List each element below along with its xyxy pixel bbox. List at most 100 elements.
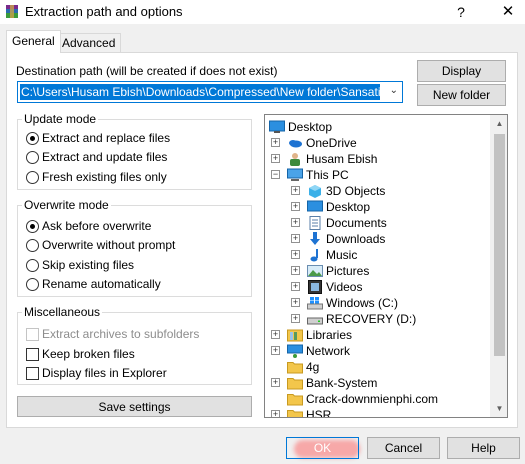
tree-item[interactable]: Libraries [287, 327, 352, 343]
tree-item[interactable]: Pictures [307, 263, 369, 279]
tree-item-label: OneDrive [306, 136, 357, 150]
folder-tree[interactable]: ▲ ▼ Desktop + OneDrive + Husam Ebish − This PC… [264, 114, 508, 418]
radio-skip-existing[interactable]: Skip existing files [26, 258, 134, 272]
tree-item[interactable]: HSR [287, 407, 331, 417]
radio-button[interactable] [26, 238, 39, 252]
documents-icon [307, 216, 323, 230]
expand-icon[interactable]: + [271, 138, 280, 147]
tree-item[interactable]: 3D Objects [307, 183, 385, 199]
tree-item[interactable]: Desktop [307, 199, 370, 215]
tree-item[interactable]: Documents [307, 215, 387, 231]
help-title-button[interactable]: ? [449, 1, 473, 23]
radio-label: Ask before overwrite [42, 219, 152, 233]
expand-icon[interactable]: + [291, 298, 300, 307]
window-title: Extraction path and options [25, 4, 183, 19]
collapse-icon[interactable]: − [271, 170, 280, 179]
user-icon [287, 152, 303, 166]
tree-item[interactable]: Husam Ebish [287, 151, 377, 167]
tree-item[interactable]: Downloads [307, 231, 385, 247]
checkbox[interactable] [26, 327, 39, 341]
radio-button[interactable] [26, 219, 39, 233]
scroll-down-icon[interactable]: ▼ [491, 400, 507, 417]
display-button[interactable]: Display [417, 60, 506, 82]
tab-general[interactable]: General [6, 30, 61, 53]
radio-label: Extract and update files [42, 150, 168, 164]
expand-icon[interactable]: + [291, 218, 300, 227]
radio-label: Fresh existing files only [42, 170, 167, 184]
tree-item-label: 4g [306, 360, 320, 374]
destination-path-value[interactable]: C:\Users\Husam Ebish\Downloads\Compresse… [20, 84, 380, 100]
tree-item[interactable]: RECOVERY (D:) [307, 311, 416, 327]
expand-icon[interactable]: + [291, 282, 300, 291]
tree-item[interactable]: OneDrive [287, 135, 357, 151]
radio-button[interactable] [26, 277, 39, 291]
radio-fresh-existing[interactable]: Fresh existing files only [26, 170, 167, 184]
chevron-down-icon[interactable]: ⌄ [390, 85, 398, 96]
new-folder-button[interactable]: New folder [417, 84, 506, 106]
miscellaneous-title: Miscellaneous [22, 305, 103, 319]
destination-path-combobox[interactable]: C:\Users\Husam Ebish\Downloads\Compresse… [17, 81, 403, 103]
tree-item[interactable]: Crack-downmienphi.com [287, 391, 438, 407]
folder-icon [287, 360, 303, 374]
expand-icon[interactable]: + [271, 410, 280, 417]
tree-item[interactable]: Desktop [269, 119, 332, 135]
expand-icon[interactable]: + [271, 378, 280, 387]
ok-button[interactable]: OK [286, 437, 359, 459]
expand-icon[interactable]: + [291, 250, 300, 259]
checkbox-extract-subfolders[interactable]: Extract archives to subfolders [26, 327, 199, 341]
tree-item[interactable]: This PC [287, 167, 349, 183]
checkbox-keep-broken-files[interactable]: Keep broken files [26, 347, 135, 361]
cancel-button[interactable]: Cancel [367, 437, 440, 459]
scroll-up-icon[interactable]: ▲ [491, 115, 507, 132]
expand-icon[interactable]: + [291, 314, 300, 323]
save-settings-button[interactable]: Save settings [17, 396, 252, 417]
checkbox[interactable] [26, 347, 39, 361]
tree-item-label: Libraries [306, 328, 353, 342]
tree-item[interactable]: Videos [307, 279, 362, 295]
expand-icon[interactable]: + [271, 330, 280, 339]
expand-icon[interactable]: + [291, 234, 300, 243]
radio-extract-replace[interactable]: Extract and replace files [26, 131, 170, 145]
radio-extract-update[interactable]: Extract and update files [26, 150, 167, 164]
close-button[interactable]: ✕ [496, 1, 520, 23]
tab-advanced[interactable]: Advanced [56, 33, 122, 52]
computer-icon [287, 168, 303, 182]
tree-item[interactable]: Windows (C:) [307, 295, 398, 311]
music-icon [307, 248, 323, 262]
tree-item-label: Windows (C:) [326, 296, 399, 310]
expand-icon[interactable]: + [291, 266, 300, 275]
tree-item-label: Downloads [326, 232, 386, 246]
radio-label: Skip existing files [42, 258, 135, 272]
radio-rename-automatically[interactable]: Rename automatically [26, 277, 161, 291]
checkbox-display-in-explorer[interactable]: Display files in Explorer [26, 366, 167, 380]
expand-icon[interactable]: + [271, 346, 280, 355]
winrar-icon [6, 5, 18, 18]
tree-item-label: This PC [306, 168, 349, 182]
radio-ask-before-overwrite[interactable]: Ask before overwrite [26, 219, 151, 233]
expand-icon[interactable]: + [271, 154, 280, 163]
help-button[interactable]: Help [447, 437, 520, 459]
radio-button[interactable] [26, 258, 39, 272]
scrollbar-thumb[interactable] [494, 134, 505, 356]
tree-item[interactable]: Music [307, 247, 357, 263]
tree-item-label: Desktop [326, 200, 371, 214]
radio-button[interactable] [26, 131, 39, 145]
folder-icon [287, 376, 303, 390]
expand-icon[interactable]: + [291, 202, 300, 211]
tree-item[interactable]: 4g [287, 359, 319, 375]
expand-icon[interactable]: + [291, 186, 300, 195]
folder-icon [287, 392, 303, 406]
checkbox-label: Keep broken files [42, 347, 135, 361]
pictures-icon [307, 264, 323, 278]
tree-item-label: Pictures [326, 264, 370, 278]
radio-button[interactable] [26, 170, 39, 184]
radio-button[interactable] [26, 150, 39, 164]
tree-scrollbar[interactable]: ▲ ▼ [490, 115, 507, 417]
windows-drive-icon [307, 296, 323, 310]
tree-item[interactable]: Bank-System [287, 375, 377, 391]
radio-overwrite-without-prompt[interactable]: Overwrite without prompt [26, 238, 175, 252]
tree-item[interactable]: Network [287, 343, 350, 359]
checkbox[interactable] [26, 366, 39, 380]
tree-item-label: Music [326, 248, 358, 262]
videos-icon [307, 280, 323, 294]
